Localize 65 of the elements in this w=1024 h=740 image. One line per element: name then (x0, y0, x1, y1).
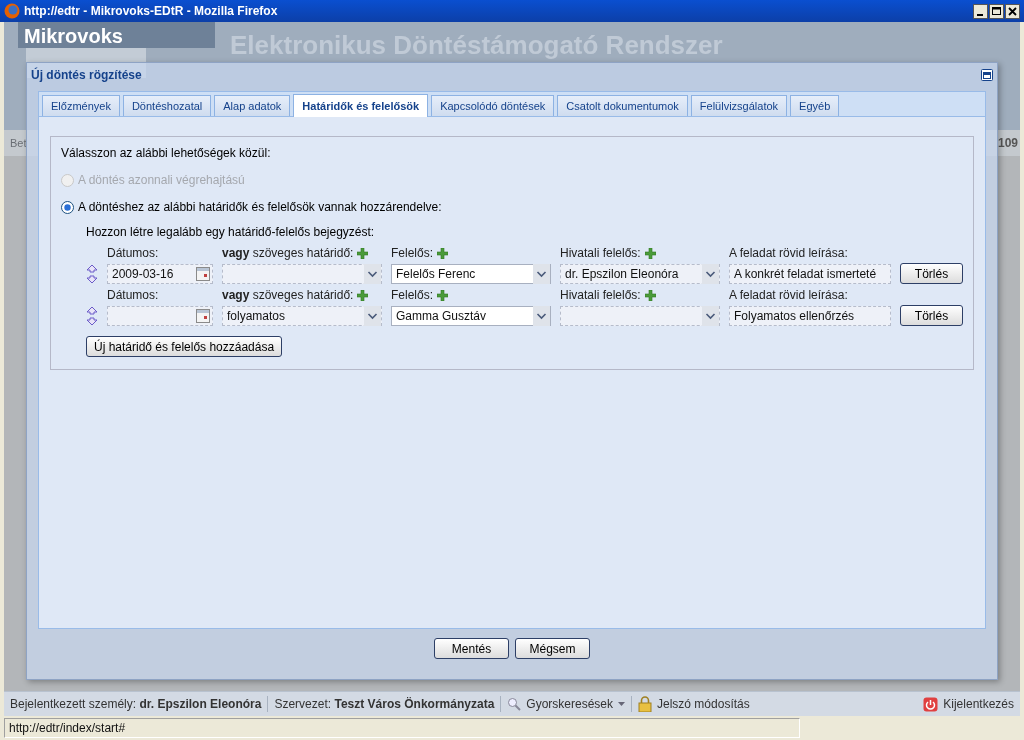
office-dropdown[interactable]: dr. Epszilon Eleonóra (560, 263, 720, 284)
minimize-icon[interactable] (973, 3, 988, 19)
add-entry-button[interactable]: Új határidő és felelős hozzáadása (86, 336, 283, 357)
tab[interactable]: Felülvizsgálatok (690, 95, 788, 116)
field-label: vagy szöveges határidő: (222, 246, 354, 260)
tab[interactable]: Határidők és felelősök (293, 94, 429, 117)
field-label: Dátumos: (107, 246, 159, 260)
menu-text: Bet (10, 137, 27, 149)
field-label: A feladat rövid leírása: (729, 246, 848, 260)
field-label: Felelős: (391, 288, 434, 302)
tab[interactable]: Csatolt dokumentumok (557, 95, 688, 116)
dialog-title: Új döntés rögzítése (31, 68, 142, 82)
deadline-dropdown[interactable]: folyamatos (222, 305, 382, 326)
counter-text: 109 (997, 136, 1018, 150)
plus-icon[interactable] (644, 247, 656, 259)
plus-icon[interactable] (437, 289, 449, 301)
date-field[interactable]: 2009-03-16 (107, 263, 213, 284)
plus-icon[interactable] (644, 289, 656, 301)
save-button[interactable]: Mentés (434, 638, 509, 659)
field-label: Felelős: (391, 246, 434, 260)
reorder-arrows-icon[interactable] (86, 263, 98, 284)
plus-icon[interactable] (437, 247, 449, 259)
plus-icon[interactable] (357, 247, 369, 259)
responsible-dropdown[interactable]: Gamma Gusztáv (391, 305, 551, 326)
field-label: A feladat rövid leírása: (729, 288, 848, 302)
browser-status-text: http://edtr/index/start# (4, 718, 800, 738)
responsible-dropdown[interactable]: Felelős Ferenc (391, 263, 551, 284)
change-password-link[interactable]: Jelszó módosítás (657, 697, 750, 711)
delete-button[interactable]: Törlés (900, 263, 963, 284)
radio-label[interactable]: A döntéshez az alábbi határidők és felelősök vannak hozzárendelve: (78, 200, 442, 214)
tab[interactable]: Egyéb (790, 95, 840, 116)
browser-logo-icon (4, 3, 20, 19)
maximize-icon[interactable] (989, 3, 1004, 19)
field-label: vagy szöveges határidő: (222, 288, 354, 302)
field-label: Hivatali felelős: (560, 246, 641, 260)
caret-icon[interactable] (618, 702, 625, 706)
logout-link[interactable]: Kijelentkezés (943, 697, 1014, 711)
tab[interactable]: Kapcsolódó döntések (431, 95, 555, 116)
instruction-text: Hozzon létre legalább egy határidő-felelős bejegyzést: (86, 225, 376, 239)
window-title: http://edtr - Mikrovoks-EDtR - Mozilla Firefox (24, 4, 279, 18)
calendar-icon[interactable] (196, 266, 210, 281)
close-icon[interactable] (1005, 3, 1020, 19)
calendar-icon[interactable] (196, 308, 210, 323)
quick-search-menu[interactable]: Gyorskeresések (526, 697, 613, 711)
field-label: Dátumos: (107, 288, 159, 302)
lock-icon[interactable] (638, 696, 652, 712)
description-field[interactable]: A konkrét feladat ismerteté (729, 263, 891, 284)
delete-button[interactable]: Törlés (900, 305, 963, 326)
tab[interactable]: Döntéshozatal (122, 95, 212, 116)
tab[interactable]: Előzmények (42, 95, 120, 116)
user-info: Bejelentkezett személy: dr. Epszilon Eleonóra (10, 697, 262, 711)
organization-info: Szervezet: Teszt Város Önkormányzata (274, 697, 495, 711)
restore-icon[interactable] (981, 69, 993, 81)
power-icon[interactable] (923, 696, 939, 712)
field-label: Hivatali felelős: (560, 288, 641, 302)
prompt-text: Válasszon az alábbi lehetőségek közül: (61, 145, 272, 162)
search-icon[interactable] (507, 697, 522, 711)
logo-text: Mikrovoks (24, 25, 123, 48)
cancel-button[interactable]: Mégsem (515, 638, 590, 659)
tab[interactable]: Alap adatok (214, 95, 291, 116)
date-field[interactable] (107, 305, 213, 326)
reorder-arrows-icon[interactable] (86, 305, 98, 326)
description-field[interactable]: Folyamatos ellenőrzés (729, 305, 891, 326)
plus-icon[interactable] (357, 289, 369, 301)
radio-button[interactable] (61, 200, 74, 214)
